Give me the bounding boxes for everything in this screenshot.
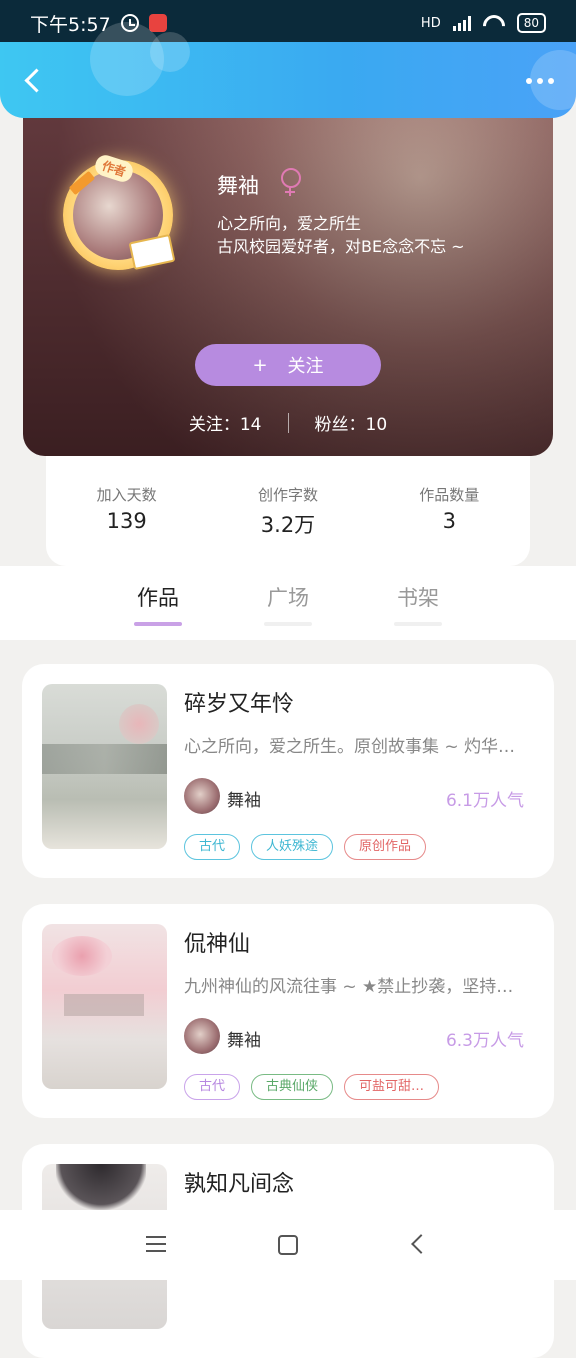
stats-card: 加入天数 139 创作字数 3.2万 作品数量 3	[46, 440, 530, 566]
profile-name: 舞袖	[217, 174, 259, 198]
tag[interactable]: 人妖殊途	[251, 834, 334, 860]
book-cover[interactable]	[42, 924, 167, 1089]
following-count[interactable]: 关注：14	[189, 410, 262, 435]
tab-works[interactable]: 作品	[128, 582, 188, 626]
work-title: 侃神仙	[184, 932, 251, 957]
tab-square[interactable]: 广场	[258, 582, 318, 626]
stat-label: 创作字数	[257, 486, 318, 504]
fans-count[interactable]: 粉丝：10	[315, 410, 388, 435]
tab-label: 作品	[137, 586, 179, 610]
tag[interactable]: 古典仙侠	[251, 1074, 334, 1100]
status-time: 下午5:57	[30, 13, 111, 36]
work-card[interactable]: 碎岁又年怜 心之所向，爱之所生。原创故事集 ~ 灼华… 舞袖 6.1万人气 古代…	[22, 664, 554, 878]
profile-bio: 心之所向，爱之所生 古风校园爱好者，对BE念念不忘 ~	[217, 212, 465, 258]
avatar	[184, 778, 220, 814]
network-type: HD	[420, 15, 441, 31]
recent-apps-button[interactable]	[146, 1236, 166, 1252]
tab-indicator	[134, 622, 182, 626]
stat-join-days: 加入天数 139	[57, 484, 197, 566]
tag[interactable]: 原创作品	[344, 834, 427, 860]
stat-value: 3	[442, 509, 456, 533]
tab-indicator	[264, 622, 312, 626]
stat-value: 139	[106, 509, 147, 533]
top-header	[0, 22, 576, 118]
back-button[interactable]	[18, 66, 48, 96]
follow-label: 关注	[287, 356, 324, 377]
popularity: 6.1万人气	[445, 791, 524, 811]
work-description: 心之所向，爱之所生。原创故事集 ~ 灼华…	[184, 737, 516, 757]
more-options-button[interactable]	[526, 78, 554, 84]
tab-indicator	[394, 622, 442, 626]
plus-icon: +	[252, 354, 268, 376]
home-button[interactable]	[278, 1235, 298, 1255]
stat-label: 加入天数	[96, 486, 157, 504]
tag-list: 古代 古典仙侠 可盐可甜…	[184, 1074, 440, 1100]
bio-line: 古风校园爱好者，对BE念念不忘 ~	[217, 237, 465, 256]
popularity: 6.3万人气	[445, 1031, 524, 1051]
bio-line: 心之所向，爱之所生	[217, 214, 362, 233]
status-bar: 下午5:57 HD 80	[0, 0, 576, 46]
book-cover[interactable]	[42, 684, 167, 849]
signal-icon	[452, 15, 471, 31]
follow-counts: 关注：14 粉丝：10	[23, 410, 553, 435]
work-author: 舞袖	[227, 1031, 261, 1051]
work-title: 孰知凡间念	[184, 1172, 295, 1197]
female-icon	[281, 168, 301, 196]
tag[interactable]: 可盐可甜…	[344, 1074, 440, 1100]
tag[interactable]: 古代	[184, 834, 241, 860]
work-author: 舞袖	[227, 791, 261, 811]
work-description: 九州神仙的风流往事 ~ ★禁止抄袭，坚持…	[184, 977, 514, 997]
tab-label: 广场	[267, 586, 309, 610]
profile-card: 作者 舞袖 心之所向，爱之所生 古风校园爱好者，对BE念念不忘 ~ + 关注 关…	[23, 108, 553, 456]
stat-work-count: 作品数量 3	[379, 484, 519, 566]
stat-value: 3.2万	[260, 513, 316, 537]
battery-icon: 80	[516, 13, 546, 33]
tab-label: 书架	[397, 586, 439, 610]
wifi-icon	[483, 15, 505, 31]
follow-button[interactable]: + 关注	[195, 344, 381, 386]
work-title: 碎岁又年怜	[184, 692, 295, 717]
avatar	[184, 1018, 220, 1054]
stat-word-count: 创作字数 3.2万	[218, 484, 358, 566]
system-back-button[interactable]	[411, 1234, 431, 1254]
tag[interactable]: 古代	[184, 1074, 241, 1100]
divider	[287, 412, 289, 433]
stat-label: 作品数量	[419, 486, 480, 504]
tab-bar: 作品 广场 书架	[0, 566, 576, 640]
tab-bookshelf[interactable]: 书架	[388, 582, 448, 626]
system-nav-bar	[0, 1210, 576, 1280]
work-card[interactable]: 侃神仙 九州神仙的风流往事 ~ ★禁止抄袭，坚持… 舞袖 6.3万人气 古代 古…	[22, 904, 554, 1118]
decor-bubble	[150, 32, 190, 72]
notification-app-icon	[148, 14, 167, 32]
tag-list: 古代 人妖殊途 原创作品	[184, 834, 427, 860]
